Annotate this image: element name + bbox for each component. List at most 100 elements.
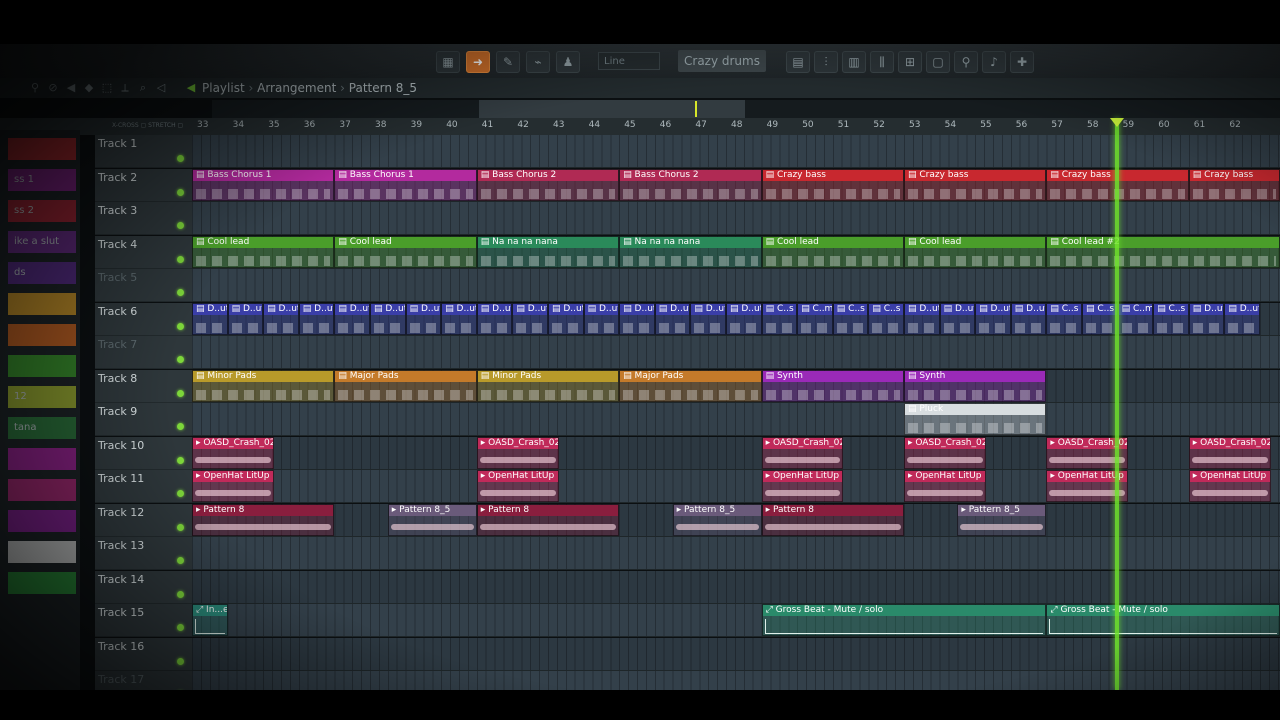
audio-clip[interactable]: ▸ OASD_Crash_02 [192, 436, 274, 469]
audio-clip[interactable]: ▸ Pattern 8 [476, 503, 620, 536]
pattern-clip[interactable]: ▤ D..ut [548, 302, 584, 335]
plugin-icon[interactable]: ⚲ [954, 51, 978, 73]
hint-icon[interactable]: ✚ [1010, 51, 1034, 73]
track-mute-led-icon[interactable] [177, 322, 184, 330]
draw-tool-icon[interactable]: ➜ [466, 51, 490, 73]
pattern-clip[interactable]: ▤ Synth [761, 369, 904, 402]
playhead[interactable] [1114, 118, 1119, 690]
mute-icon[interactable]: ⊘ [46, 81, 60, 95]
audio-clip[interactable]: ▸ OpenHat LitUp 1 [192, 470, 274, 502]
track-mute-led-icon[interactable] [177, 557, 184, 564]
track-mute-led-icon[interactable] [177, 423, 184, 430]
audio-clip[interactable]: ▸ OpenHat LitUp 1 [761, 470, 844, 502]
audio-clip[interactable]: ▸ OASD_Crash_02 [1188, 436, 1271, 469]
pattern-clip[interactable]: ▤ Cool lead [761, 235, 904, 268]
pattern-selector[interactable]: Crazy drums [678, 50, 766, 72]
pattern-clip[interactable]: ▤ D..ut [939, 302, 976, 335]
pattern-clip[interactable]: ▤ C..ms [1117, 302, 1154, 335]
volume-icon[interactable]: ◁ [154, 81, 168, 95]
pattern-clip[interactable]: ▤ Bass Chorus 2 [619, 168, 762, 201]
pattern-clip[interactable]: ▤ D..ut [192, 302, 228, 335]
pattern-clip[interactable]: ▤ Minor Pads [192, 369, 335, 402]
track-header[interactable]: Track 4 [95, 235, 192, 269]
audio-clip[interactable]: ▸ OpenHat LitUp 1 [476, 470, 559, 502]
pattern-clip[interactable]: ▤ D..ut [1224, 302, 1260, 335]
pattern-clip[interactable]: ▤ Bass Chorus 1 [192, 168, 335, 201]
select-icon[interactable]: ⬚ [100, 81, 114, 95]
track-header[interactable]: Track 13 [95, 537, 192, 570]
pattern-clip[interactable]: ▤ D..ut [227, 302, 264, 335]
timeline-ruler[interactable]: X-CROSS ▢ STRETCH ▢ 33 34 35 36 37 38 39 40 41 42… [0, 118, 1280, 135]
track-header[interactable]: Track 2 [95, 168, 192, 202]
pattern-clip[interactable]: ▤ Bass Chorus 1 [334, 168, 477, 201]
pattern-clip[interactable]: ▤ D..ut [654, 302, 691, 335]
pattern-clip[interactable]: ▤ D..ut [726, 302, 762, 335]
track-mute-led-icon[interactable] [177, 590, 184, 598]
audio-clip[interactable]: ▸ OpenHat LitUp 1 [904, 470, 986, 502]
audio-clip[interactable]: ▸ OASD_Crash_02 [476, 436, 559, 469]
pattern-clip[interactable]: ▤ C..s [832, 302, 869, 335]
pattern-clip[interactable]: ▤ D..ut [334, 302, 370, 335]
playhead-marker-icon[interactable] [1109, 118, 1124, 127]
paint-icon[interactable]: ⌁ [526, 51, 550, 73]
audio-clip[interactable]: ▸ OASD_Crash_02 [761, 436, 844, 469]
track-header[interactable]: Track 9 [95, 403, 192, 436]
pattern-clip[interactable]: ▤ D..ut [583, 302, 620, 335]
audio-clip[interactable]: ▸ Pattern 8 [761, 503, 904, 536]
pattern-clip[interactable]: ▤ C..s [1153, 302, 1189, 335]
pattern-clip[interactable]: ▤ C..s [761, 302, 798, 335]
pattern-clip[interactable]: ▤ D..ut [405, 302, 442, 335]
track-mute-led-icon[interactable] [177, 389, 184, 397]
snap-select[interactable]: Line [598, 52, 660, 70]
playlist-overview[interactable] [212, 100, 1280, 118]
pattern-clip[interactable]: ▤ C..s [1082, 302, 1118, 335]
track-mute-led-icon[interactable] [177, 523, 184, 531]
track-header[interactable]: Track 10 [95, 436, 192, 470]
pattern-clip[interactable]: ▤ D..ut [512, 302, 548, 335]
track-mute-led-icon[interactable] [177, 155, 184, 162]
pattern-clip[interactable]: ▤ Cool lead [904, 235, 1047, 268]
track-header[interactable]: Track 16 [95, 637, 192, 671]
track-mute-led-icon[interactable] [177, 255, 184, 263]
pattern-clip[interactable]: ▤ D..ut [1010, 302, 1047, 335]
track-header[interactable]: Track 12 [95, 503, 192, 537]
pattern-clip[interactable]: ▤ D..ut [904, 302, 940, 335]
track-mute-led-icon[interactable] [177, 456, 184, 464]
audio-clip[interactable]: ▸ Pattern 8_5 [672, 503, 762, 536]
playlist-icon[interactable]: ▤ [786, 51, 810, 73]
pattern-clip[interactable]: ▤ D..ut [298, 302, 335, 335]
pattern-clip[interactable]: ▤ Pluck [904, 403, 1047, 435]
pattern-clip[interactable]: ▤ Na na na nana [476, 235, 620, 268]
pattern-clip[interactable]: ▤ Na na na nana [619, 235, 762, 268]
pattern-clip[interactable]: ▤ Bass Chorus 2 [476, 168, 620, 201]
speaker-icon[interactable]: ◀ [64, 81, 78, 95]
pattern-clip[interactable]: ▤ Cool lead [334, 235, 477, 268]
track-header[interactable]: Track 6 [95, 302, 192, 336]
overview-selection[interactable] [479, 100, 745, 118]
pattern-clip[interactable]: ▤ C..s [1046, 302, 1082, 335]
pattern-clip[interactable]: ▤ D..ut [476, 302, 513, 335]
pattern-clip[interactable]: ▤ Minor Pads [476, 369, 620, 402]
audio-clip[interactable]: ▸ OASD_Crash_02 [904, 436, 986, 469]
pattern-clip[interactable]: ▤ D..ut [263, 302, 299, 335]
piano-roll-icon[interactable]: ▥ [842, 51, 866, 73]
pattern-clip[interactable]: ▤ Cool lead [192, 235, 335, 268]
track-mute-led-icon[interactable] [177, 624, 184, 631]
pattern-clip[interactable]: ▤ C..ms [797, 302, 833, 335]
track-mute-led-icon[interactable] [177, 222, 184, 229]
pattern-clip[interactable]: ▤ Synth [904, 369, 1047, 402]
pattern-clip[interactable]: ▤ Crazy bass [1188, 168, 1280, 201]
pattern-clip[interactable]: ▤ Cool lead #2 [1046, 235, 1280, 268]
pattern-clip[interactable]: ▤ D..ut [370, 302, 406, 335]
audio-clip[interactable]: ▸ Pattern 8 [192, 503, 335, 536]
track-mute-led-icon[interactable] [177, 657, 184, 665]
track-mute-led-icon[interactable] [177, 188, 184, 196]
track-header[interactable]: Track 8 [95, 369, 192, 403]
mixer-icon[interactable]: ⫼ [870, 51, 894, 73]
track-mute-led-icon[interactable] [177, 289, 184, 296]
slice-icon[interactable]: ⟂ [118, 81, 132, 95]
mic-icon[interactable]: ♪ [982, 51, 1006, 73]
stamp-icon[interactable]: ♟ [556, 51, 580, 73]
scrub-icon[interactable]: ◆ [82, 81, 96, 95]
pattern-clip[interactable]: ▤ D..ut [690, 302, 726, 335]
